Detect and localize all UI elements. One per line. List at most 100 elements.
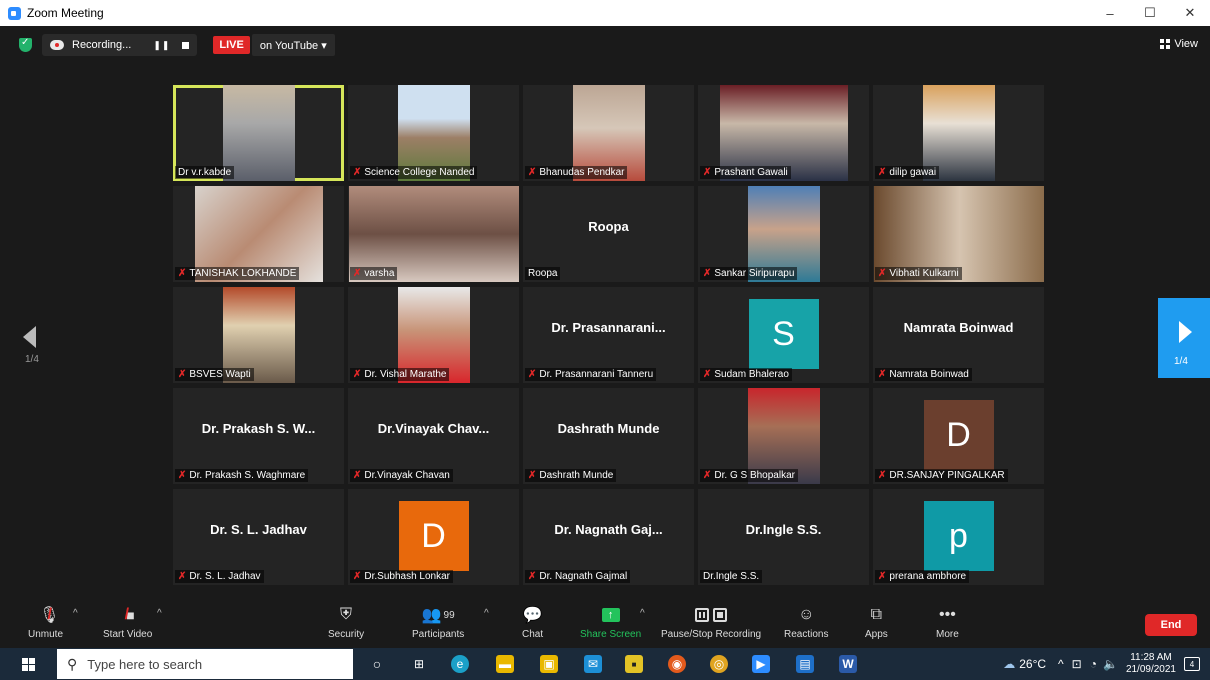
view-button[interactable]: View (1160, 38, 1198, 50)
cortana-icon[interactable]: ○ (368, 655, 386, 673)
task-view-icon[interactable]: ⊞ (410, 655, 428, 673)
participant-tile[interactable]: Dr. Prakash S. W... ✗ Dr. Prakash S. Waghm… (173, 388, 344, 484)
wifi-icon[interactable]: ◔ (1090, 657, 1097, 671)
view-label: View (1174, 38, 1198, 50)
zoom-taskbar-icon[interactable]: ▶ (752, 655, 770, 673)
participant-tile[interactable]: ✗ Science College Nanded (348, 85, 519, 181)
app-badge-icon[interactable]: ■ (625, 655, 643, 673)
mic-muted-icon: ✗ (528, 571, 537, 582)
participant-name-label: ✗ BSVES Wapti (175, 368, 254, 381)
participant-tile[interactable]: Dr. Nagnath Gaj... ✗ Dr. Nagnath Gajmal (523, 489, 694, 585)
participant-tile[interactable]: ✗ Dr. Vishal Marathe (348, 287, 519, 383)
participant-tile[interactable]: S ✗ Sudam Bhalerao (698, 287, 869, 383)
mail-icon[interactable]: ✉ (584, 655, 602, 673)
participant-tile[interactable]: Namrata Boinwad ✗ Namrata Boinwad (873, 287, 1044, 383)
unmute-button[interactable]: 🎙 / Unmute (28, 602, 63, 640)
video-options-caret-icon[interactable]: ^ (157, 608, 162, 619)
participant-tile[interactable]: Dr. S. L. Jadhav ✗ Dr. S. L. Jadhav (173, 489, 344, 585)
participant-name: Dr. G S Bhopalkar (714, 470, 795, 481)
participant-tile[interactable]: Dr v.r.kabde (173, 85, 344, 181)
previous-page-button[interactable]: 1/4 (0, 296, 60, 386)
participant-name: Dr.Subhash Lonkar (364, 571, 451, 582)
apps-button[interactable]: ⧉ Apps (865, 602, 888, 640)
participant-name-label: ✗ Dashrath Munde (525, 469, 617, 482)
taskbar-clock[interactable]: 11:28 AM 21/09/2021 (1126, 652, 1176, 676)
participant-name-label: ✗ dilip gawai (875, 166, 940, 179)
weather-temperature[interactable]: 26°C (1019, 657, 1046, 671)
network-icon[interactable]: ⊡ (1072, 657, 1082, 671)
participant-tile[interactable]: ✗ Sankar Siripurapu (698, 186, 869, 282)
mic-muted-icon: ✗ (178, 470, 187, 481)
stop-recording-icon[interactable] (182, 41, 190, 49)
participant-tile[interactable]: D ✗ DR.SANJAY PINGALKAR (873, 388, 1044, 484)
slideshow-app-icon[interactable]: ▤ (796, 655, 814, 673)
participants-caret-icon[interactable]: ^ (484, 608, 489, 619)
mic-muted-icon: ✗ (528, 167, 537, 178)
mic-muted-icon: ✗ (878, 369, 887, 380)
windows-start-icon[interactable] (22, 658, 35, 671)
participant-tile[interactable]: D ✗ Dr.Subhash Lonkar (348, 489, 519, 585)
participant-name: Roopa (528, 268, 558, 279)
mic-muted-icon: ✗ (703, 369, 712, 380)
share-screen-button[interactable]: ↑ Share Screen (580, 602, 641, 640)
participant-tile[interactable]: ✗ Vibhati Kulkarni (873, 186, 1044, 282)
participant-tile[interactable]: ✗ TANISHAK LOKHANDE (173, 186, 344, 282)
word-icon[interactable]: W (839, 655, 857, 673)
participant-tile[interactable]: p ✗ prerana ambhore (873, 489, 1044, 585)
participant-display-name: Dr. S. L. Jadhav (210, 521, 307, 537)
participant-name-label: ✗ varsha (350, 267, 398, 280)
maximize-button[interactable]: ☐ (1130, 0, 1170, 26)
chevron-right-icon (1179, 321, 1192, 343)
participant-tile[interactable]: ✗ Prashant Gawali (698, 85, 869, 181)
participant-tile[interactable]: Dr. Prasannarani... ✗ Dr. Prasannarani Tan… (523, 287, 694, 383)
participant-tile[interactable]: Roopa Roopa (523, 186, 694, 282)
participant-avatar: D (923, 400, 994, 470)
participant-tile[interactable]: Dr.Vinayak Chav... ✗ Dr.Vinayak Chavan (348, 388, 519, 484)
participant-tile[interactable]: ✗ BSVES Wapti (173, 287, 344, 383)
chrome-icon[interactable]: ◎ (710, 655, 728, 673)
participant-name: Dr. Vishal Marathe (364, 369, 447, 380)
chat-button[interactable]: 💬 Chat (522, 602, 543, 640)
participant-tile[interactable]: ✗ varsha (348, 186, 519, 282)
mic-muted-icon: ✗ (353, 268, 362, 279)
more-button[interactable]: ••• More (936, 602, 959, 640)
pause-recording-icon[interactable]: ❚❚ (153, 40, 170, 51)
notification-center-icon[interactable]: 4 (1184, 657, 1200, 671)
pause-stop-icon (693, 602, 729, 628)
page-indicator-left: 1/4 (25, 354, 39, 365)
store-icon[interactable]: ▣ (540, 655, 558, 673)
start-video-button[interactable]: ■ / Start Video (103, 602, 152, 640)
participant-tile[interactable]: ✗ dilip gawai (873, 85, 1044, 181)
close-button[interactable]: ✕ (1170, 0, 1210, 26)
security-button[interactable]: ⛨ Security (328, 602, 364, 640)
audio-options-caret-icon[interactable]: ^ (73, 608, 78, 619)
participant-display-name: Dr. Prasannarani... (551, 319, 666, 335)
participant-name: Dr.Vinayak Chavan (364, 470, 450, 481)
end-meeting-button[interactable]: End (1145, 614, 1197, 636)
participant-name-label: Dr.Ingle S.S. (700, 570, 763, 583)
apps-label: Apps (865, 629, 888, 640)
participant-tile[interactable]: Dr.Ingle S.S. Dr.Ingle S.S. (698, 489, 869, 585)
minimize-button[interactable]: – (1090, 0, 1130, 26)
edge-browser-icon[interactable]: e (451, 655, 469, 673)
pause-stop-recording-button[interactable]: Pause/Stop Recording (661, 602, 761, 640)
search-icon: ⚲ (67, 655, 78, 672)
participant-tile[interactable]: ✗ Dr. G S Bhopalkar (698, 388, 869, 484)
next-page-button[interactable]: 1/4 (1158, 298, 1210, 378)
tray-chevron-up-icon[interactable]: ^ (1058, 657, 1064, 671)
participant-name: Sankar Siripurapu (714, 268, 795, 279)
participants-button[interactable]: 👥 99 Participants (412, 602, 464, 640)
participant-name: TANISHAK LOKHANDE (189, 268, 297, 279)
firefox-icon[interactable]: ◉ (668, 655, 686, 673)
share-options-caret-icon[interactable]: ^ (640, 608, 645, 619)
taskbar-search-input[interactable]: ⚲ Type here to search (57, 649, 353, 679)
file-explorer-icon[interactable]: ▬ (496, 655, 514, 673)
volume-icon[interactable]: 🔈 (1103, 657, 1118, 671)
encryption-shield-icon[interactable] (19, 37, 32, 52)
participant-display-name: Dr.Vinayak Chav... (377, 420, 490, 436)
reactions-button[interactable]: ☺ Reactions (784, 602, 828, 640)
youtube-stream-dropdown[interactable]: on YouTube ▾ (251, 34, 335, 56)
apps-icon: ⧉ (870, 606, 883, 623)
participant-tile[interactable]: ✗ Bhanudas Pendkar (523, 85, 694, 181)
participant-tile[interactable]: Dashrath Munde ✗ Dashrath Munde (523, 388, 694, 484)
